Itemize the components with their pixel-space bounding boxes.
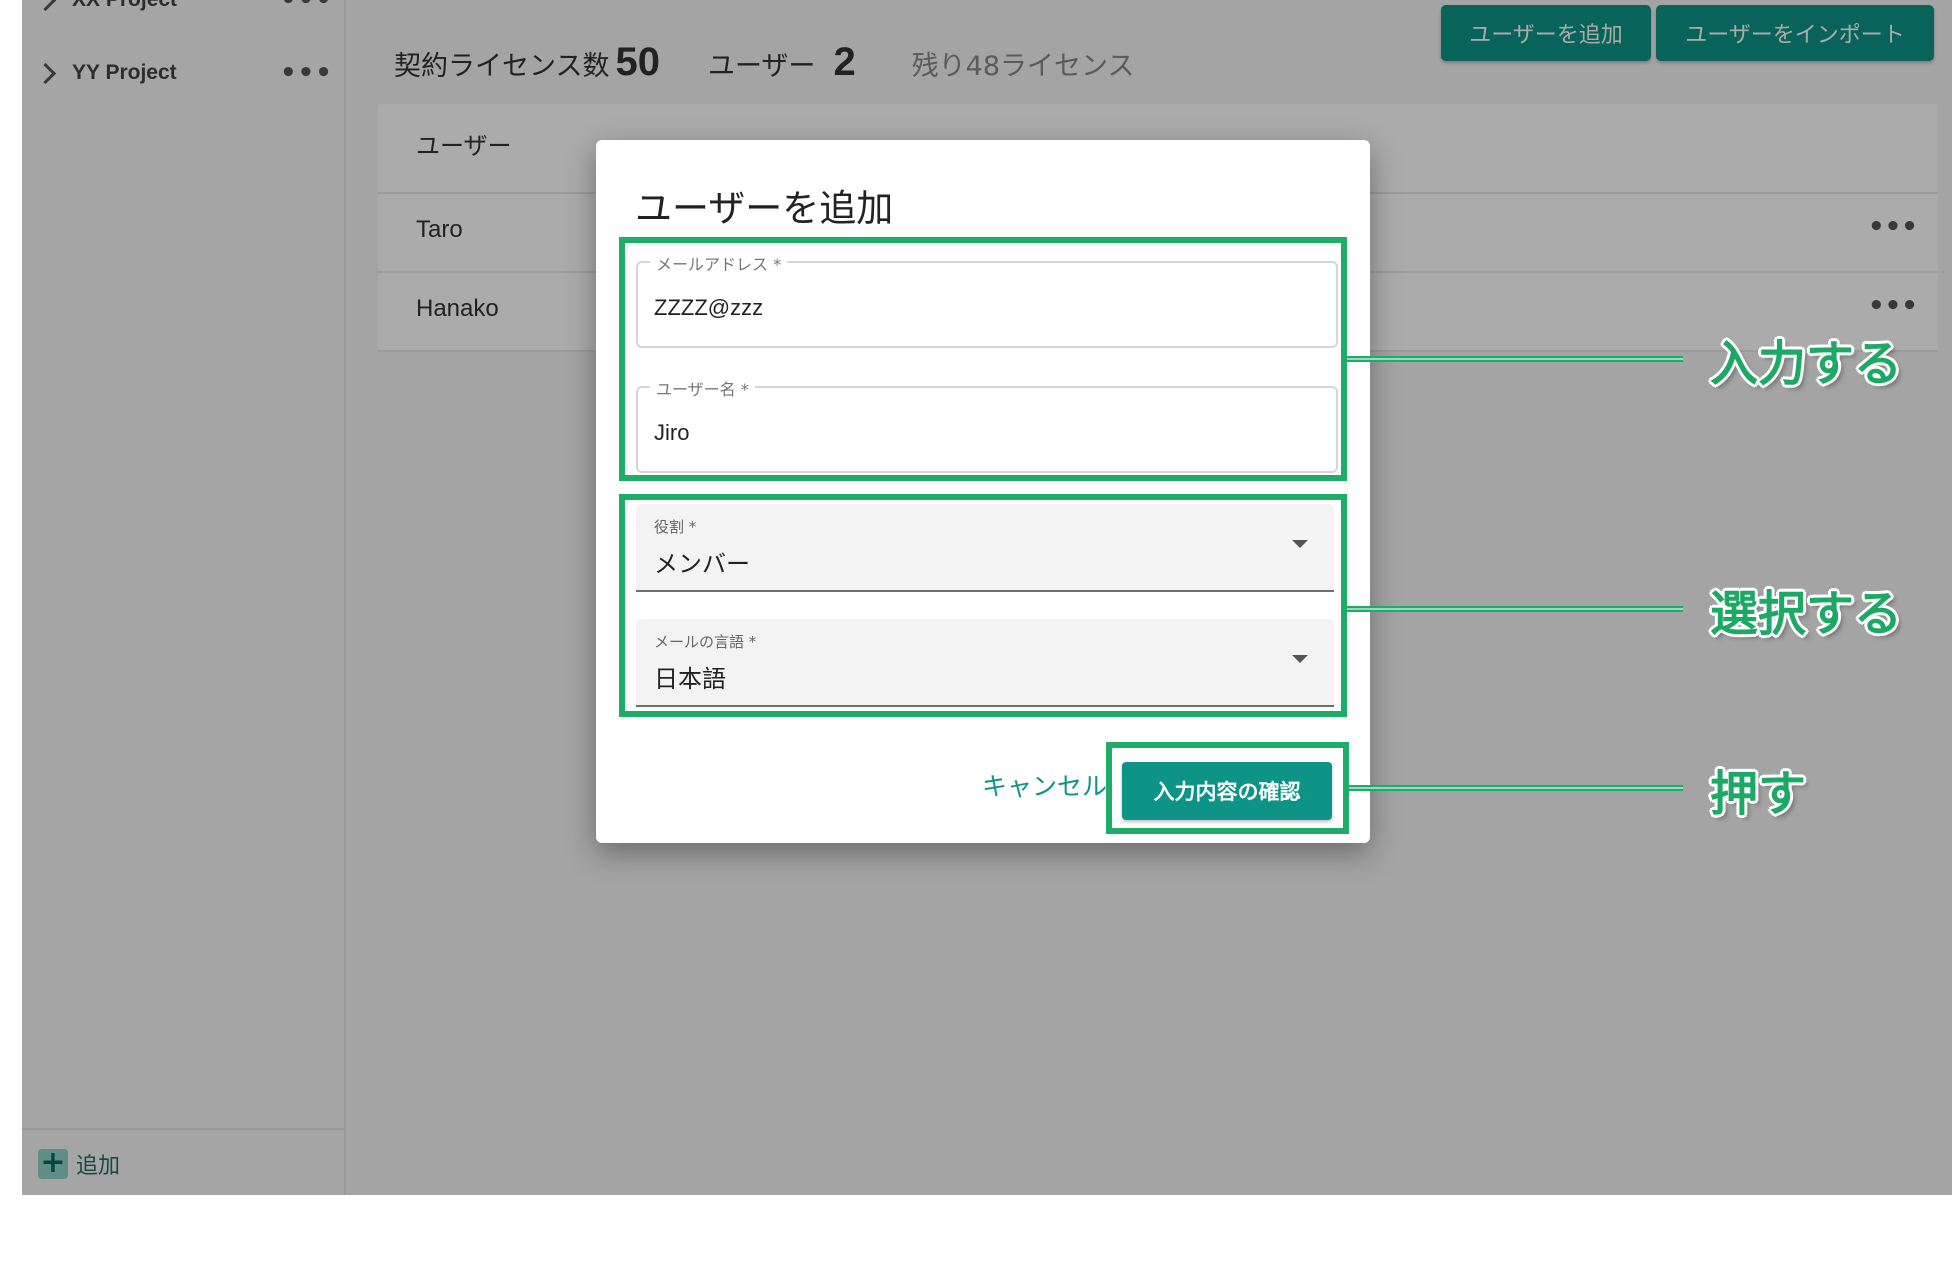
annotation-select: 選択する (1710, 586, 1903, 642)
input-leader-line (1347, 356, 1683, 362)
select-fields-highlight (619, 494, 1347, 717)
cancel-button[interactable]: キャンセル (982, 767, 1107, 803)
select-leader-line (1347, 606, 1683, 612)
dialog-title: ユーザーを追加 (635, 187, 894, 230)
annotation-press: 押す (1710, 766, 1807, 822)
input-fields-highlight (619, 237, 1347, 481)
annotation-input: 入力する (1710, 336, 1903, 392)
press-leader-line (1349, 785, 1683, 791)
confirm-button-highlight (1106, 742, 1349, 834)
